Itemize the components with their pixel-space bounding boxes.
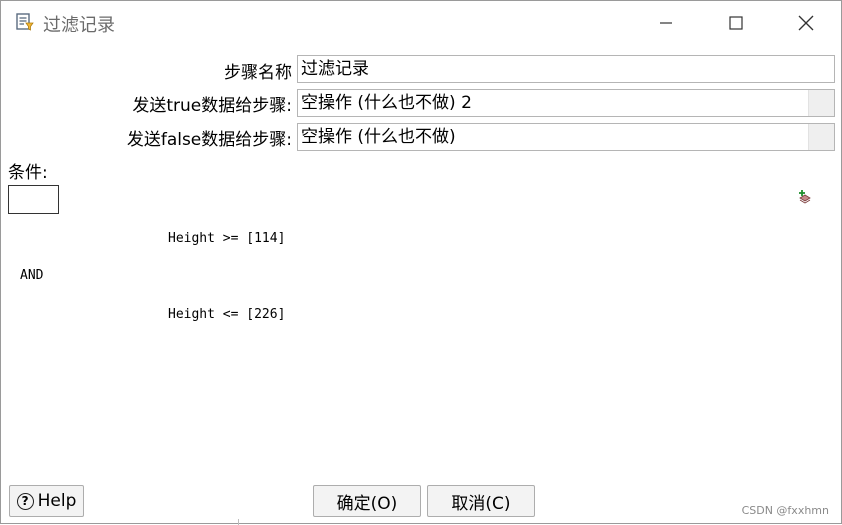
filter-rows-dialog: 过滤记录 步骤名称 过滤记录 发送true数据给步骤: 空操作 (什么也不做) … — [0, 0, 842, 525]
minimize-button[interactable] — [631, 1, 701, 45]
condition-line-1[interactable]: Height >= [114] — [168, 231, 285, 246]
false-target-label: 发送false数据给步骤: — [126, 130, 292, 150]
add-condition-icon[interactable] — [797, 189, 813, 205]
cancel-button-label: 取消(C) — [451, 493, 511, 514]
filter-rows-app-icon — [16, 13, 34, 31]
divider — [238, 519, 239, 525]
ok-button[interactable]: 确定(O) — [313, 485, 421, 517]
step-name-input[interactable]: 过滤记录 — [297, 55, 835, 83]
close-button[interactable] — [771, 1, 841, 45]
false-target-value: 空操作 (什么也不做) — [301, 127, 456, 147]
step-name-label: 步骤名称 — [224, 63, 292, 83]
cancel-button[interactable]: 取消(C) — [427, 485, 535, 517]
false-target-dropdown-button[interactable] — [808, 124, 834, 150]
window-title: 过滤记录 — [43, 15, 115, 36]
condition-operator[interactable]: AND — [20, 268, 43, 283]
help-icon: ? — [16, 492, 34, 510]
minimize-icon — [660, 22, 672, 24]
true-target-label: 发送true数据给步骤: — [132, 96, 292, 116]
true-target-dropdown-button[interactable] — [808, 90, 834, 116]
title-bar[interactable]: 过滤记录 — [1, 1, 841, 45]
help-button[interactable]: ? Help — [9, 485, 84, 517]
ok-button-label: 确定(O) — [336, 493, 398, 514]
false-target-combo[interactable]: 空操作 (什么也不做) — [297, 123, 835, 151]
maximize-icon — [729, 16, 743, 30]
true-target-combo[interactable]: 空操作 (什么也不做) 2 — [297, 89, 835, 117]
condition-label: 条件: — [8, 163, 48, 183]
help-button-label: Help — [37, 491, 77, 511]
maximize-button[interactable] — [701, 1, 771, 45]
true-target-value: 空操作 (什么也不做) 2 — [301, 93, 472, 113]
watermark-text: CSDN @fxxhmn — [741, 504, 829, 517]
condition-toggle-box[interactable] — [8, 185, 59, 214]
condition-line-2[interactable]: Height <= [226] — [168, 307, 285, 322]
close-icon — [798, 15, 814, 31]
